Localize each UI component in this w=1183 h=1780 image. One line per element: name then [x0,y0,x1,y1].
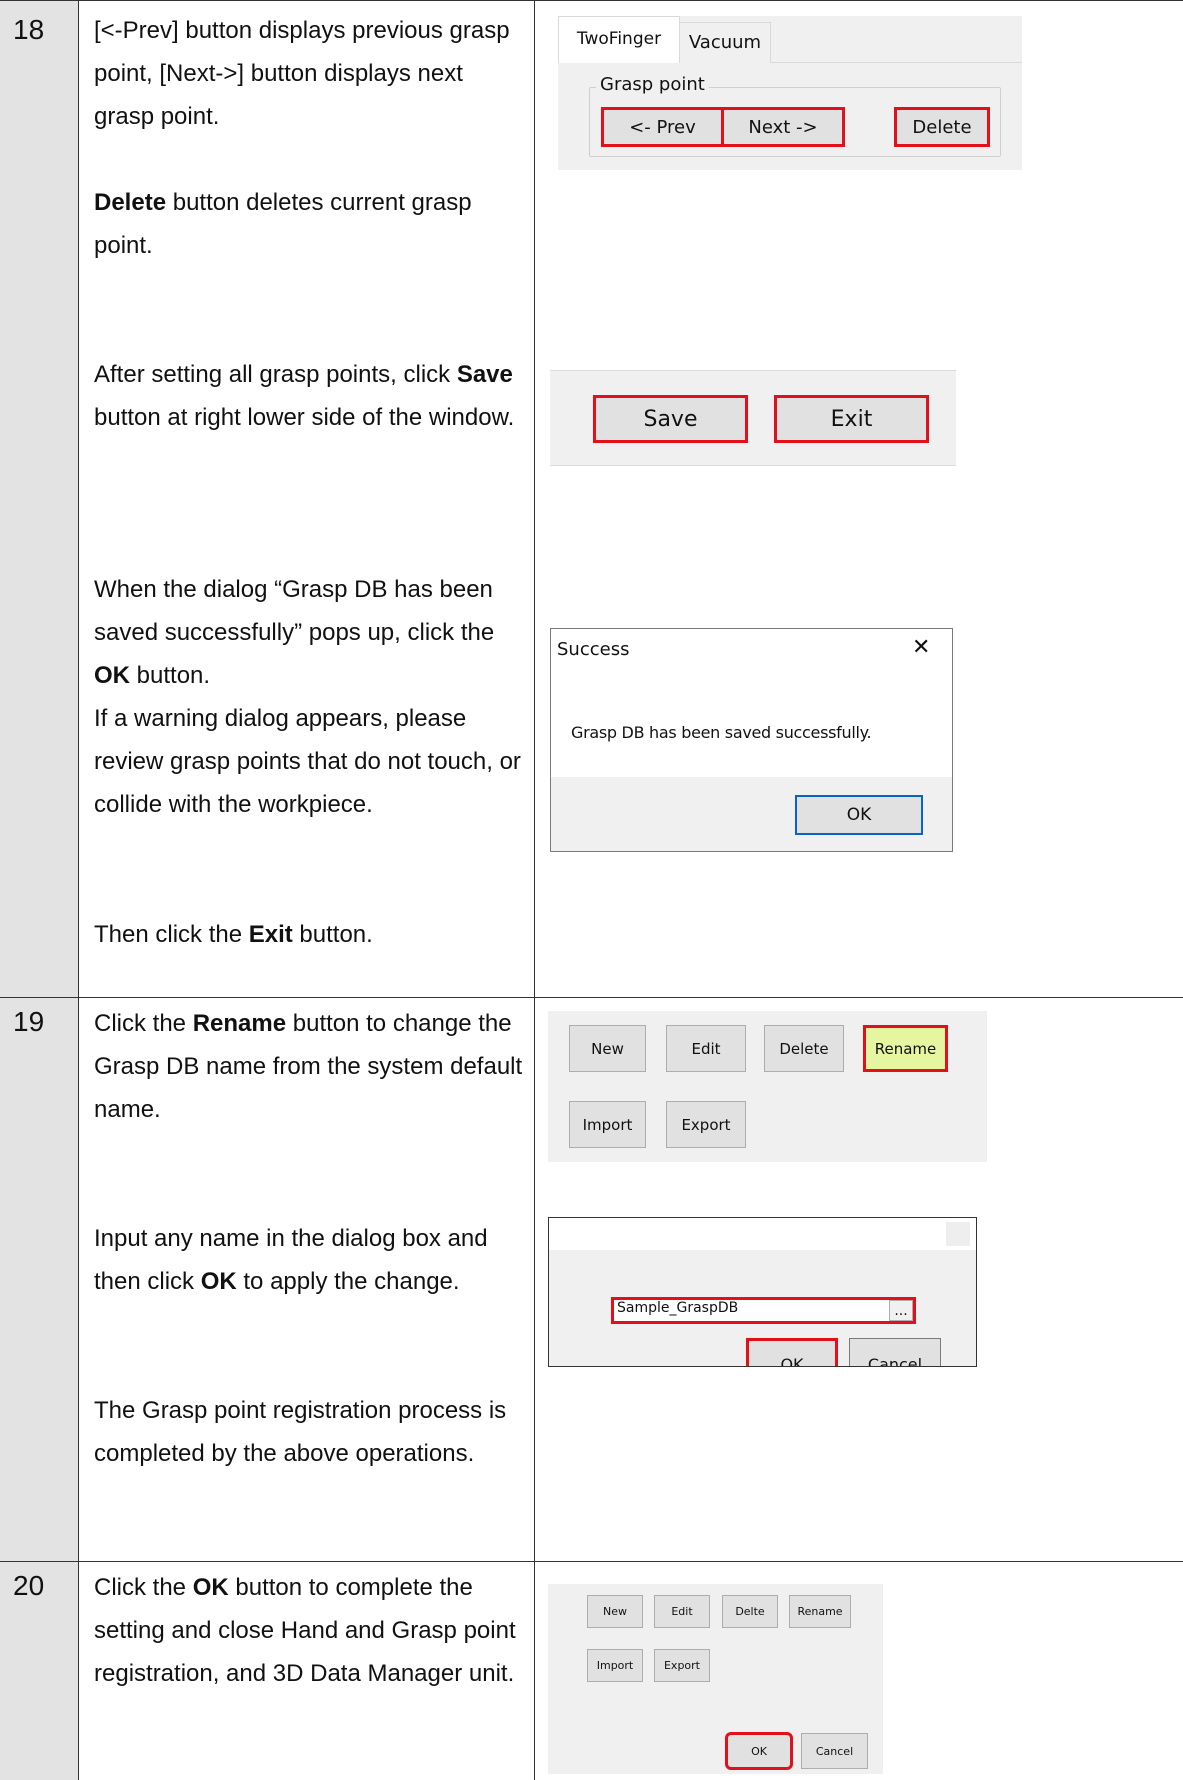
row-divider [0,1561,1183,1562]
delete-button[interactable]: Delte [722,1595,778,1628]
step-number: 19 [13,1006,45,1037]
close-icon[interactable]: ✕ [912,635,930,660]
bold-term: Rename [192,1010,287,1037]
bold-term: Delete [94,189,167,216]
step-paragraph: When the dialog “Grasp DB has been saved… [94,568,524,697]
text-run: button. [130,662,211,689]
step-paragraph: Click the OK button to complete the sett… [94,1566,524,1695]
column-divider [534,0,535,1780]
text-run: The Grasp point registration process is … [94,1397,507,1467]
group-label: Grasp point [596,74,709,95]
bold-term: OK [192,1574,229,1601]
step-paragraph: Click the Rename button to change the Gr… [94,1002,524,1131]
tab-vacuum[interactable]: Vacuum [679,22,771,63]
ok-button[interactable]: OK [725,1732,793,1770]
row-divider [0,0,1183,1]
edit-button[interactable]: Edit [654,1595,710,1628]
next-button[interactable]: Next -> [721,107,845,147]
text-run: Click the [94,1574,193,1601]
rename-button[interactable]: Rename [863,1025,948,1072]
new-button[interactable]: New [587,1595,643,1628]
success-dialog-screenshot: Success ✕ Grasp DB has been saved succes… [550,628,953,852]
export-button[interactable]: Export [654,1649,710,1682]
text-run: [<-Prev] button displays previous grasp … [94,17,510,130]
step-paragraph: Then click the Exit button. [94,913,524,956]
grasp-point-panel-screenshot: TwoFinger Vacuum Grasp point <- Prev Nex… [558,16,1022,170]
ok-button[interactable]: OK [746,1338,838,1366]
text-run: button at right lower side of the window… [94,404,515,431]
text-run: Then click the [94,921,249,948]
exit-button[interactable]: Exit [774,395,929,443]
export-button[interactable]: Export [666,1101,746,1148]
step-paragraph: Delete button deletes current grasp poin… [94,181,524,267]
bold-term: OK [200,1268,237,1295]
import-button[interactable]: Import [587,1649,643,1682]
text-run: button. [292,921,373,948]
text-run: to apply the change. [236,1268,460,1295]
save-button[interactable]: Save [593,395,748,443]
bold-term: OK [94,662,130,689]
step-number-column [0,0,78,1780]
step-paragraph: If a warning dialog appears, please revi… [94,697,524,826]
import-button[interactable]: Import [569,1101,646,1148]
ok-button[interactable]: OK [795,795,923,835]
rename-dialog-screenshot: Sample_GraspDB ... OK Cancel [548,1217,977,1367]
final-buttons-screenshot: New Edit Delte Rename Import Export OK C… [548,1584,883,1774]
db-name-input[interactable]: Sample_GraspDB [617,1300,738,1316]
step-number: 20 [13,1570,45,1601]
text-run: After setting all grasp points, click [94,361,457,388]
cancel-button[interactable]: Cancel [801,1733,868,1769]
step-number: 18 [13,14,45,45]
prev-button[interactable]: <- Prev [601,107,724,147]
row-divider [0,997,1183,998]
procedure-table: 18 19 20 [<-Prev] button displays previo… [0,0,1183,1780]
tab-twofinger[interactable]: TwoFinger [558,16,680,63]
save-exit-screenshot: Save Exit [550,370,956,466]
bold-term: Exit [248,921,293,948]
edit-button[interactable]: Edit [666,1025,746,1072]
new-button[interactable]: New [569,1025,646,1072]
browse-button[interactable]: ... [889,1300,913,1321]
step-paragraph: [<-Prev] button displays previous grasp … [94,9,524,138]
dialog-title: Success [557,639,630,660]
rename-button[interactable]: Rename [789,1595,851,1628]
step-paragraph: The Grasp point registration process is … [94,1389,524,1475]
text-run: When the dialog “Grasp DB has been saved… [94,576,495,646]
cancel-button[interactable]: Cancel [849,1338,941,1366]
delete-button[interactable]: Delete [894,107,990,147]
column-divider [78,0,79,1780]
text-run: Click the [94,1010,193,1037]
step-paragraph: Input any name in the dialog box and the… [94,1217,524,1303]
step-paragraph: After setting all grasp points, click Sa… [94,353,524,439]
text-run: If a warning dialog appears, please revi… [94,705,521,818]
dialog-message: Grasp DB has been saved successfully. [571,723,872,742]
delete-button[interactable]: Delete [764,1025,844,1072]
grasp-db-buttons-screenshot: New Edit Delete Rename Import Export [548,1011,987,1162]
bold-term: Save [456,361,513,388]
